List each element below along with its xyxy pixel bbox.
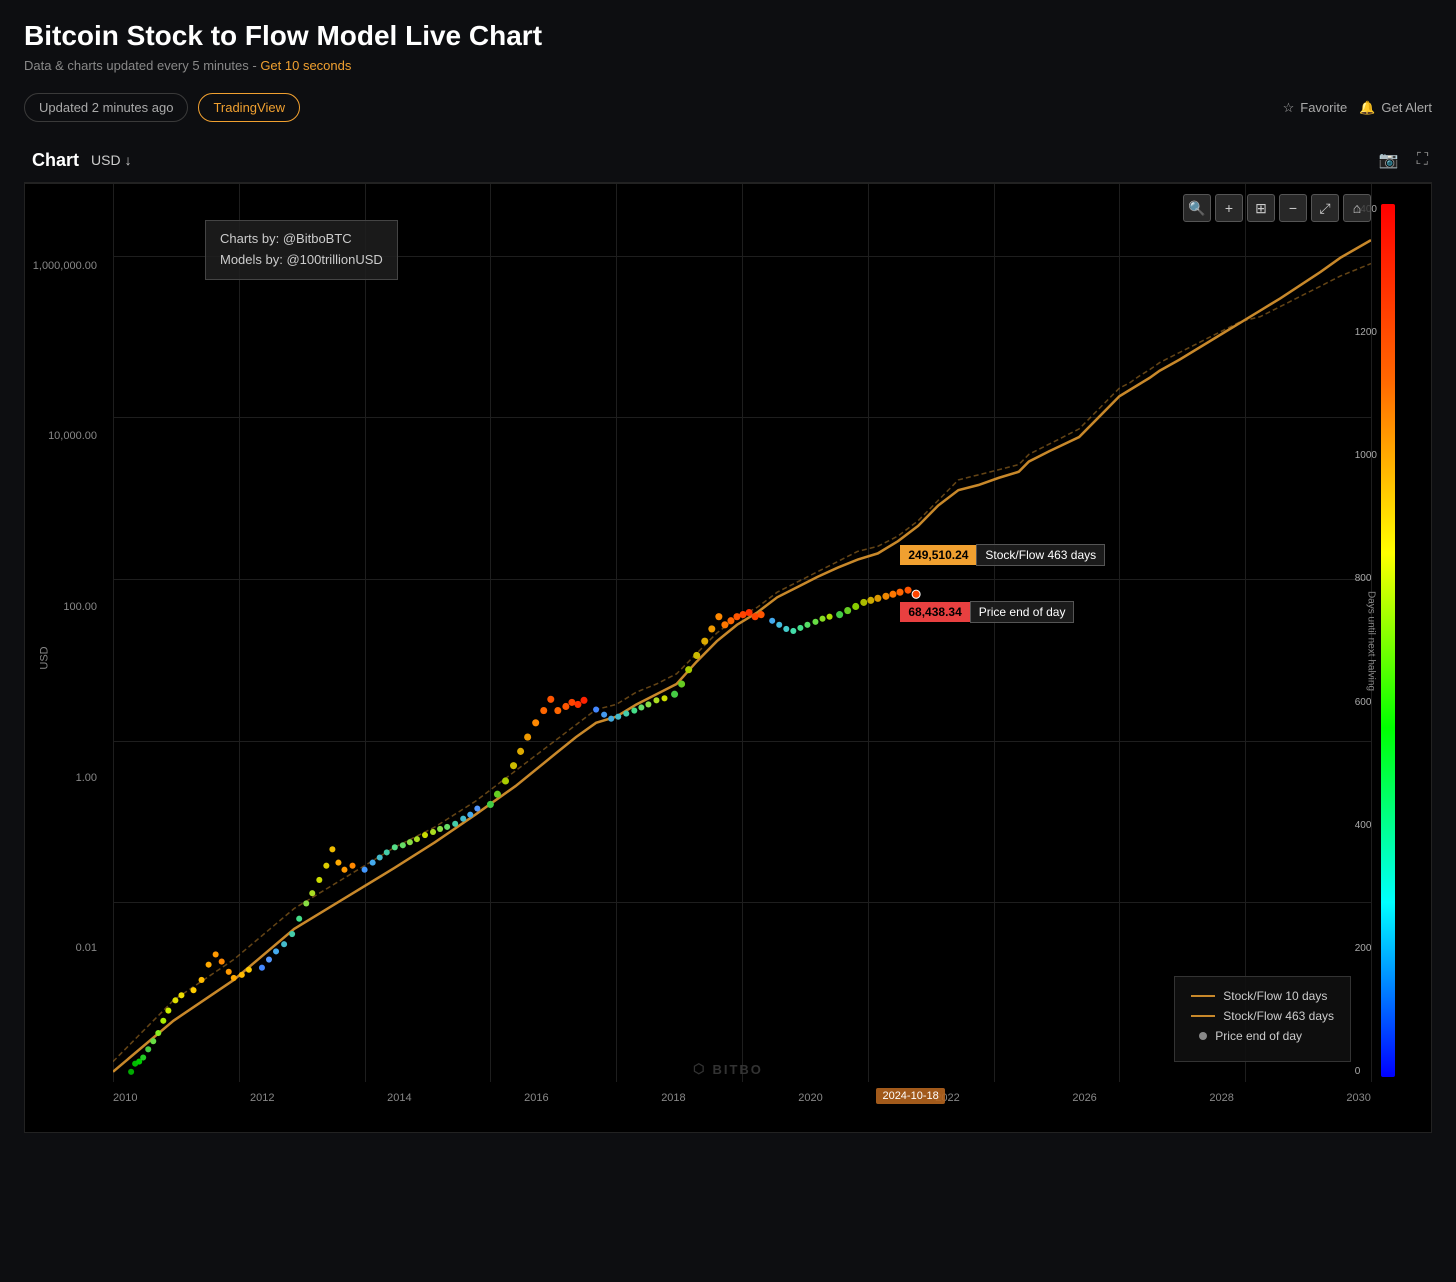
page-container: Bitcoin Stock to Flow Model Live Chart D… [0,0,1456,1153]
tooltip-stockflow-value: 249,510.24 [900,545,976,565]
zoom-expand-btn[interactable]: ⤢ [1311,194,1339,222]
x-label-2014: 2014 [387,1092,411,1104]
x-label-2010: 2010 [113,1092,137,1104]
toolbar: Updated 2 minutes ago TradingView ☆ Favo… [24,93,1432,122]
tooltip-price-label: Price end of day [970,601,1075,623]
upgrade-link[interactable]: Get 10 seconds [260,58,351,73]
bell-icon: 🔔 [1359,100,1375,116]
zoom-minus-btn[interactable]: − [1279,194,1307,222]
tooltip-stockflow: 249,510.24 Stock/Flow 463 days [900,544,1105,566]
legend-item-stockflow10: Stock/Flow 10 days [1191,989,1334,1003]
tooltip-price-value: 68,438.34 [900,602,969,622]
tradingview-btn[interactable]: TradingView [198,93,300,122]
y-label-1: 1.00 [76,772,105,784]
chart-label: Chart [32,150,79,171]
page-title: Bitcoin Stock to Flow Model Live Chart [24,20,1432,52]
y-label-100: 100.00 [63,601,105,613]
x-label-2016: 2016 [524,1092,548,1104]
zoom-controls: 🔍 + ⊞ − ⤢ ⌂ [1183,194,1371,222]
chart-legend: Stock/Flow 10 days Stock/Flow 463 days P… [1174,976,1351,1062]
legend-label-price: Price end of day [1215,1029,1302,1043]
legend-item-stockflow463: Stock/Flow 463 days [1191,1009,1334,1023]
fullscreen-btn[interactable]: ⛶ [1413,146,1432,174]
zoom-crosshair-btn[interactable]: + [1215,194,1243,222]
x-label-2030: 2030 [1346,1092,1370,1104]
date-label: 2024-10-18 [876,1088,944,1104]
legend-line-dashed [1191,995,1215,997]
chevron-down-icon: ↓ [125,152,132,168]
color-bar-label-1200: 1200 [1355,327,1377,338]
zoom-home-btn[interactable]: ⌂ [1343,194,1371,222]
legend-label-stockflow10: Stock/Flow 10 days [1223,989,1327,1003]
zoom-search-btn[interactable]: 🔍 [1183,194,1211,222]
x-label-2018: 2018 [661,1092,685,1104]
updated-badge: Updated 2 minutes ago [24,93,188,122]
camera-btn[interactable]: 📷 [1375,146,1403,174]
x-label-2012: 2012 [250,1092,274,1104]
toolbar-right: ☆ Favorite 🔔 Get Alert [1283,100,1432,116]
y-axis: 1,000,000.00 10,000.00 100.00 1.00 0.01 … [25,184,113,1132]
chart-svg [113,184,1371,1082]
chart-area: 1,000,000.00 10,000.00 100.00 1.00 0.01 … [24,183,1432,1133]
attribution-box: Charts by: @BitboBTC Models by: @100tril… [205,220,398,280]
chart-header-icons: 📷 ⛶ [1375,146,1432,174]
bitbo-watermark: ⬡ BITBO [693,1061,763,1077]
bitbo-logo: ⬡ [693,1061,706,1077]
subtitle: Data & charts updated every 5 minutes - … [24,58,1432,73]
y-label-10000: 10,000.00 [48,430,105,442]
color-bar-gradient [1381,204,1395,1077]
bitbo-text: BITBO [712,1062,762,1077]
chart-header: Chart USD ↓ 📷 ⛶ [24,138,1432,183]
color-bar-wrapper: 1400 1200 1000 800 600 400 200 0 Days un… [1381,204,1399,1077]
color-bar-label-0: 0 [1355,1066,1377,1077]
tooltip-price: 68,438.34 Price end of day [900,601,1074,623]
y-label-001: 0.01 [76,942,105,954]
tooltip-stockflow-label: Stock/Flow 463 days [976,544,1105,566]
star-icon: ☆ [1283,100,1295,116]
currency-selector[interactable]: USD ↓ [91,152,132,168]
chart-title-group: Chart USD ↓ [32,150,132,171]
color-bar-label-400: 400 [1355,820,1377,831]
currency-value: USD [91,152,121,168]
subtitle-static: Data & charts updated every 5 minutes - [24,58,257,73]
chart-section: Chart USD ↓ 📷 ⛶ [24,138,1432,1133]
favorite-btn[interactable]: ☆ Favorite [1283,100,1348,116]
toolbar-left: Updated 2 minutes ago TradingView [24,93,300,122]
color-bar-label-1000: 1000 [1355,450,1377,461]
x-label-2028: 2028 [1209,1092,1233,1104]
legend-label-stockflow463: Stock/Flow 463 days [1223,1009,1334,1023]
color-bar-title: Days until next halving [1366,561,1377,721]
legend-line-solid [1191,1015,1215,1017]
x-label-2020: 2020 [798,1092,822,1104]
legend-dot [1199,1032,1207,1040]
color-bar-label-200: 200 [1355,943,1377,954]
zoom-grid-btn[interactable]: ⊞ [1247,194,1275,222]
x-axis: 2010 2012 2014 2016 2018 2020 2022 2026 … [113,1092,1371,1104]
legend-item-price: Price end of day [1191,1029,1334,1043]
y-axis-title: USD [39,646,51,669]
x-label-2026: 2026 [1072,1092,1096,1104]
alert-btn[interactable]: 🔔 Get Alert [1359,100,1432,116]
y-label-1000000: 1,000,000.00 [33,260,105,272]
